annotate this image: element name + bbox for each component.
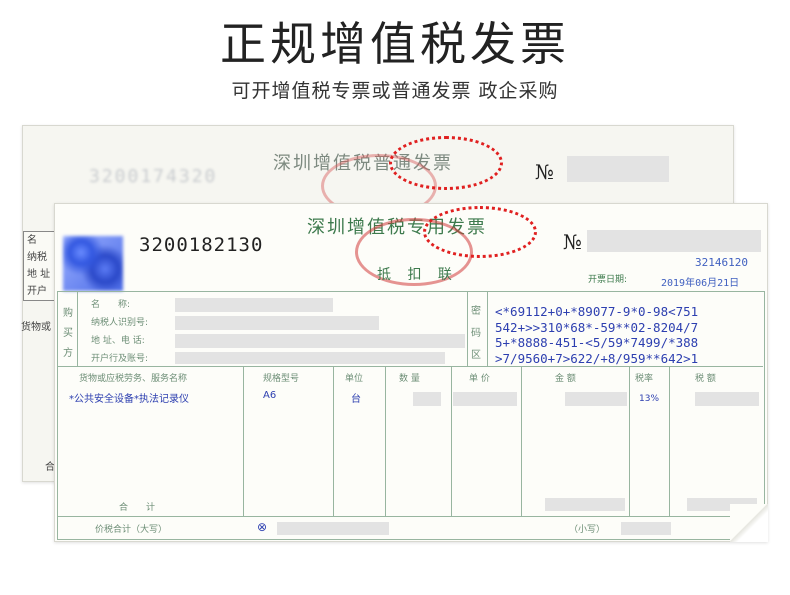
line-item-model: A6 [263, 390, 277, 401]
cipher-code-block: <*69112+0+*89077-9*0-98<751 542+>>310*68*… [495, 304, 763, 366]
special-invoice-number-redacted [587, 230, 761, 252]
cipher-line: 542+>>310*68*-59**02-8204/7 [495, 319, 699, 335]
line-item-price-redacted [453, 392, 517, 406]
ordinary-buyer-label-4: 开户 [27, 286, 47, 297]
table-divider [77, 291, 78, 366]
subtotal-label: 合 计 [119, 503, 156, 513]
ordinary-buyer-label-2: 纳税 [27, 252, 47, 263]
buyer-name-redacted [175, 298, 333, 312]
buyer-address-label: 地 址、电 话: [91, 336, 145, 346]
table-divider [467, 291, 468, 366]
table-divider [385, 366, 386, 516]
line-item-amount-redacted [565, 392, 627, 406]
column-header-tax-rate: 税率 [635, 374, 654, 384]
invoice-serial-number: 32146120 [695, 256, 748, 269]
buyer-address-redacted [175, 334, 465, 348]
line-item-quantity-redacted [413, 392, 441, 406]
column-header-model: 规格型号 [263, 374, 300, 384]
qr-code-image [63, 236, 123, 291]
special-invoice-code: 3200182130 [139, 234, 264, 256]
ordinary-invoice-number-label: № [535, 160, 554, 184]
cipher-line: 5+*8888-451-<5/59*7499/*388 [495, 335, 699, 350]
grand-total-label: 价税合计（大写） [95, 525, 168, 535]
table-divider [243, 366, 244, 516]
cipher-side-label-3: 区 [471, 350, 481, 361]
buyer-taxid-label: 纳税人识别号: [91, 318, 149, 328]
table-divider [451, 366, 452, 516]
ordinary-buyer-label-3: 地 址 [27, 269, 51, 280]
line-item-tax-redacted [695, 392, 759, 406]
table-divider [57, 516, 763, 517]
column-header-item: 货物或应税劳务、服务名称 [79, 374, 188, 384]
ordinary-buyer-label-1: 名 [27, 235, 37, 246]
ordinary-invoice-code: 3200174320 [89, 166, 218, 187]
column-header-unit: 单位 [345, 374, 364, 384]
column-header-quantity: 数 量 [399, 374, 420, 384]
table-divider [333, 366, 334, 516]
line-item-unit: 台 [351, 394, 361, 405]
grand-total-numeric-label: （小写） [569, 525, 606, 535]
column-header-tax: 税 额 [695, 374, 716, 384]
subtotal-amount-redacted [545, 498, 625, 511]
special-invoice-number-label: № [563, 230, 582, 254]
buyer-name-label: 名 称: [91, 300, 131, 310]
ordinary-goods-label: 货物或 [21, 322, 51, 333]
line-item-tax-rate: 13% [639, 394, 660, 404]
line-item-name: *公共安全设备*执法记录仪 [69, 394, 189, 405]
grand-total-numeric-redacted [621, 522, 671, 535]
grand-total-symbol: ⊗ [257, 520, 268, 534]
buyer-side-label-1: 购 [63, 308, 73, 319]
special-invoice-title-highlight [423, 206, 537, 258]
cipher-line: <*69112+0+*89077-9*0-98<751 [495, 304, 699, 319]
page-curl [730, 504, 768, 542]
column-header-amount: 金 额 [555, 374, 576, 384]
deduction-copy-label: 抵 扣 联 [377, 267, 458, 283]
buyer-bank-redacted [175, 352, 445, 364]
buyer-side-label-3: 方 [63, 348, 73, 359]
table-divider [669, 366, 670, 516]
cipher-line: >7/9560+7>622/+8/959**642>1 [495, 350, 699, 366]
ordinary-invoice-title-highlight [389, 136, 503, 190]
issue-date-label: 开票日期: [588, 275, 628, 285]
cipher-side-label-2: 码 [471, 328, 481, 339]
table-divider [487, 291, 488, 366]
ordinary-invoice-number-redacted [567, 156, 669, 182]
buyer-side-label-2: 买 [63, 328, 73, 339]
column-header-price: 单 价 [469, 374, 490, 384]
special-invoice: 3200182130 深圳增值税专用发票 抵 扣 联 № 32146120 开票… [54, 203, 768, 542]
hero-title: 正规增值税发票 [220, 17, 570, 71]
grand-total-words-redacted [277, 522, 389, 535]
issue-date-value: 2019年06月21日 [661, 278, 740, 289]
table-divider [521, 366, 522, 516]
buyer-taxid-redacted [175, 316, 379, 330]
table-divider [629, 366, 630, 516]
ordinary-invoice-buyer-box: 名 纳税 地 址 开户 [23, 231, 55, 301]
buyer-bank-label: 开户行及账号: [91, 354, 149, 364]
hero-subtitle: 可开增值税专票或普通发票 政企采购 [231, 80, 559, 102]
cipher-side-label-1: 密 [471, 306, 481, 317]
table-divider [57, 366, 763, 367]
